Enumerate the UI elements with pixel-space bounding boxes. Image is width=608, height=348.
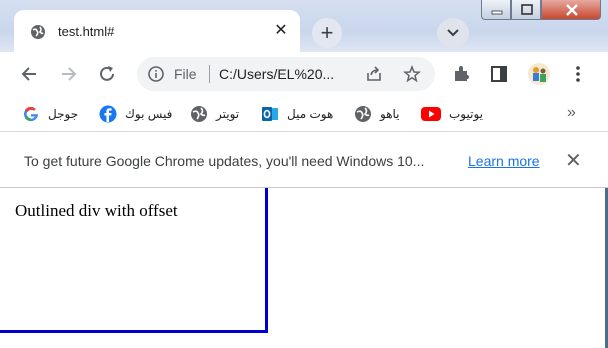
bookmarks-bar: جوجل فيس بوك تويتر هوت ميل ياهو يوتيوب »: [0, 96, 608, 132]
extensions-icon[interactable]: [451, 64, 471, 84]
reload-icon[interactable]: [97, 64, 117, 84]
outlined-div-text: Outlined div with offset: [15, 201, 178, 220]
facebook-icon: [99, 105, 117, 123]
tab-test-html[interactable]: test.html# ✕: [14, 10, 300, 52]
minimize-button[interactable]: [481, 0, 511, 20]
share-icon[interactable]: [365, 65, 383, 83]
page-content: Outlined div with offset: [0, 188, 608, 348]
back-arrow-icon[interactable]: [20, 64, 40, 84]
address-bar[interactable]: File C:/Users/EL%20...: [137, 57, 435, 91]
bookmark-hotmail[interactable]: هوت ميل: [261, 105, 333, 123]
window-controls: [481, 0, 608, 20]
bookmark-facebook[interactable]: فيس بوك: [99, 105, 172, 123]
bookmark-twitter[interactable]: تويتر: [190, 105, 239, 123]
update-infobar: To get future Google Chrome updates, you…: [0, 132, 608, 188]
side-panel-icon[interactable]: [489, 64, 509, 84]
maximize-button[interactable]: [511, 0, 541, 20]
google-icon: [24, 106, 38, 122]
omnibox-separator: [209, 65, 210, 83]
bookmark-google[interactable]: جوجل: [22, 105, 78, 123]
bookmark-label: يوتيوب: [449, 107, 483, 121]
browser-toolbar: File C:/Users/EL%20...: [0, 52, 608, 96]
scheme-label: File: [174, 66, 197, 82]
new-tab-button[interactable]: +: [312, 18, 342, 48]
bookmark-label: هوت ميل: [287, 107, 334, 121]
infobar-message: To get future Google Chrome updates, you…: [24, 153, 425, 169]
close-window-button[interactable]: [541, 0, 601, 20]
tab-title: test.html#: [58, 24, 115, 39]
bookmark-youtube[interactable]: يوتيوب: [421, 105, 483, 123]
globe-icon: [355, 106, 371, 122]
star-icon[interactable]: [403, 65, 421, 83]
bookmark-label: ياهو: [380, 107, 400, 121]
forward-arrow-icon[interactable]: [58, 64, 78, 84]
youtube-icon: [421, 107, 441, 121]
kebab-menu-icon[interactable]: [568, 64, 588, 84]
globe-icon: [31, 25, 45, 39]
close-tab-icon[interactable]: ✕: [272, 22, 290, 40]
url-text[interactable]: C:/Users/EL%20...: [219, 66, 334, 82]
profile-avatar-icon[interactable]: [527, 62, 551, 86]
tab-strip: test.html# ✕ +: [0, 0, 608, 52]
globe-icon: [191, 106, 207, 122]
tab-search-button[interactable]: [437, 18, 469, 48]
chevron-down-icon: [447, 29, 459, 37]
bookmark-label: فيس بوك: [125, 107, 173, 121]
close-window-icon: [566, 4, 578, 16]
bookmarks-overflow-icon[interactable]: »: [567, 104, 576, 122]
bookmark-label: تويتر: [216, 107, 240, 121]
maximize-icon: [521, 4, 533, 15]
bookmark-label: جوجل: [48, 107, 79, 121]
info-icon[interactable]: [148, 66, 164, 82]
learn-more-link[interactable]: Learn more: [468, 153, 540, 169]
outlook-icon: [262, 107, 278, 121]
minimize-icon: [491, 10, 503, 15]
bookmark-yahoo[interactable]: ياهو: [354, 105, 400, 123]
close-infobar-icon[interactable]: ✕: [565, 148, 582, 173]
outlined-div: Outlined div with offset: [0, 188, 268, 333]
